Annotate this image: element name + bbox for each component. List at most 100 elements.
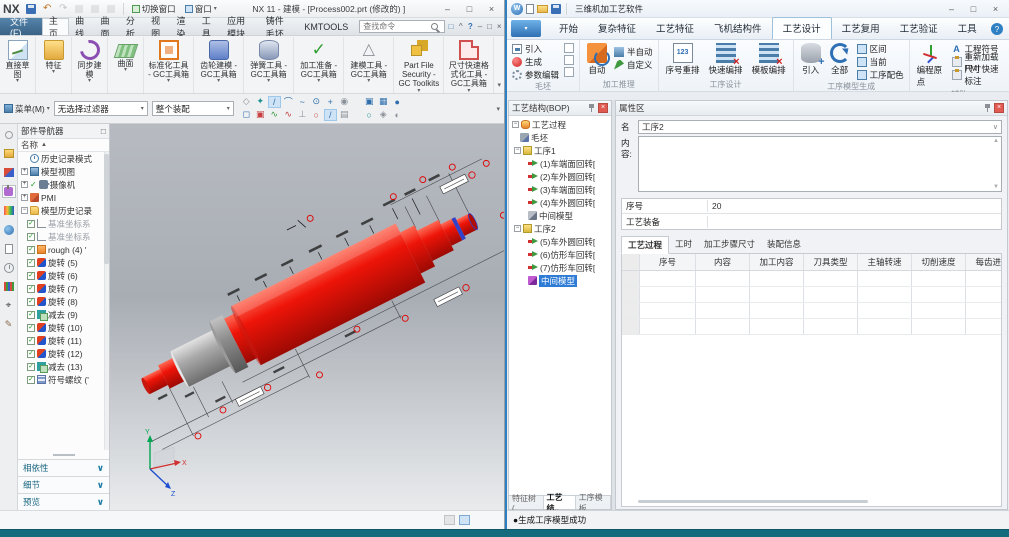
field-row-equipment[interactable]: 工艺装备 <box>622 214 1001 229</box>
hd3d-tools-icon[interactable] <box>2 242 16 255</box>
close-button[interactable]: × <box>482 2 501 16</box>
tree-item-blank[interactable]: 毛坯 <box>509 131 611 144</box>
content-textarea[interactable]: ▲ ▼ <box>638 136 1002 192</box>
snap-mid-icon[interactable]: / <box>324 109 337 121</box>
roles-icon[interactable] <box>2 128 16 141</box>
tree-item-op2[interactable]: −工序2 <box>509 222 611 235</box>
chevron-down-icon[interactable]: ∨ <box>97 480 104 491</box>
col-machining-content[interactable]: 加工内容 <box>750 254 804 270</box>
tab-tools[interactable]: 工具 <box>948 18 987 39</box>
col-seq[interactable]: 序号 <box>640 254 696 270</box>
chevron-down-icon[interactable]: ∨ <box>97 463 104 474</box>
redo-icon[interactable]: ↷ <box>57 2 70 15</box>
scroll-down-icon[interactable]: ▼ <box>993 184 999 190</box>
tab-op-template[interactable]: 工序模板 <box>576 496 611 509</box>
tab-process-structure[interactable]: 工艺结.. <box>544 496 576 509</box>
tab-kmtools[interactable]: KMTOOLS <box>298 18 354 35</box>
program-origin-button[interactable]: 编程原点 <box>915 42 947 88</box>
tab-aircraft-structures[interactable]: 飞机结构件 <box>704 18 772 39</box>
tree-item-op1[interactable]: −工序1 <box>509 144 611 157</box>
col-tool-type[interactable]: 刀具类型 <box>804 254 858 270</box>
snap-quadrant-icon[interactable]: ◉ <box>338 96 351 108</box>
ribbon-group-dim-format[interactable]: 尺寸快速格式化工具 - GC工具箱▾ <box>444 37 494 93</box>
checkbox-icon[interactable]: ✓ <box>27 324 35 332</box>
chevron-down-icon[interactable]: ∨ <box>97 497 104 508</box>
ribbon-group-machining-prep[interactable]: ✓ 加工准备 - GC工具箱▾ <box>294 37 344 93</box>
range-button[interactable]: 区间 <box>857 43 904 54</box>
snap-curve-icon[interactable]: ∿ <box>268 109 281 121</box>
tab-process-features[interactable]: 工艺特征 <box>646 18 704 39</box>
checkbox-icon[interactable]: ✓ <box>27 220 35 228</box>
tree-item-step6[interactable]: (6)仿形车回转[ <box>509 248 611 261</box>
col-content[interactable]: 内容 <box>696 254 750 270</box>
highlight-icon[interactable]: ✦ <box>254 96 267 108</box>
tree-item-step4[interactable]: (4)车外圆回转[ <box>509 196 611 209</box>
auto-button[interactable]: 自动 <box>585 42 609 76</box>
navigator-scrollbar[interactable] <box>104 152 109 450</box>
expand-icon[interactable]: + <box>21 194 28 201</box>
template-arrange-button[interactable]: 模板编排 <box>750 42 788 76</box>
quick-dimension-button[interactable]: 尺寸快速标注 <box>952 69 1005 80</box>
tree-item-datum-csys[interactable]: ✓基准坐标系 <box>18 230 109 243</box>
tree-item-history-mode[interactable]: 历史记录模式 <box>18 152 109 165</box>
selection-filter-combo[interactable]: 无选择过滤器 ▾ <box>54 101 148 116</box>
current-button[interactable]: 当前 <box>857 56 904 67</box>
tree-item-revolve-11[interactable]: ✓旋转 (11) <box>18 334 109 347</box>
tree-item-revolve-5[interactable]: ✓旋转 (5) <box>18 256 109 269</box>
checkbox-icon[interactable]: ✓ <box>27 272 35 280</box>
orient-view-icon[interactable]: ○ <box>363 109 376 121</box>
ribbon-group-direct-sketch[interactable]: 直接草图▾ <box>0 37 36 93</box>
tab-complex-features[interactable]: 复杂特征 <box>588 18 646 39</box>
selbar-overflow-button[interactable]: ▾ <box>496 105 500 113</box>
checkbox-icon[interactable]: ✓ <box>27 363 35 371</box>
blank-param-edit-button[interactable]: 参数编辑 <box>512 69 559 80</box>
ribbon-group-modeling-tools[interactable]: △ 建模工具 - GC工具箱▾ <box>344 37 394 93</box>
tab-step-dims[interactable]: 加工步骤尺寸 <box>698 236 761 254</box>
checkbox-icon[interactable]: ✓ <box>27 285 35 293</box>
blank-extra-icon[interactable] <box>564 43 574 53</box>
model-import-button[interactable]: 引入 <box>799 42 823 76</box>
tab-application[interactable]: 应用模块 <box>221 18 260 35</box>
status-grid-icon[interactable] <box>444 515 455 525</box>
blank-extra-icon[interactable] <box>564 67 574 77</box>
expand-icon[interactable]: + <box>21 181 28 188</box>
checkbox-icon[interactable]: ✓ <box>27 259 35 267</box>
tree-item-step7[interactable]: (7)仿形车回转[ <box>509 261 611 274</box>
checkbox-icon[interactable]: ✓ <box>27 298 35 306</box>
maximize-button[interactable]: □ <box>460 2 479 16</box>
tree-item-revolve-8[interactable]: ✓旋转 (8) <box>18 295 109 308</box>
selection-scope-combo[interactable]: 整个装配 ▾ <box>152 101 234 116</box>
tab-home[interactable]: 主页 <box>42 18 69 35</box>
wireframe-icon[interactable]: ◈ <box>377 109 390 121</box>
snap-circle-icon[interactable]: ○ <box>310 109 323 121</box>
tree-item-revolve-10[interactable]: ✓旋转 (10) <box>18 321 109 334</box>
ribbon-group-synchronous[interactable]: 同步建模▾ <box>72 37 108 93</box>
search-icon[interactable] <box>431 23 438 30</box>
snap-point-icon[interactable]: ◇ <box>240 96 253 108</box>
table-row[interactable] <box>622 287 1001 303</box>
tab-worktime[interactable]: 工时 <box>669 236 698 254</box>
tree-item-model-history[interactable]: −模型历史记录 <box>18 204 109 217</box>
preview-panel[interactable]: 预览∨ <box>18 493 109 510</box>
table-row[interactable] <box>622 319 1001 335</box>
save-icon[interactable] <box>25 2 38 15</box>
tree-item-model-views[interactable]: +模型视图 <box>18 165 109 178</box>
ribbon-group-spring-tools[interactable]: 弹簧工具 - GC工具箱▾ <box>244 37 294 93</box>
table-row[interactable] <box>622 303 1001 319</box>
col-spindle-speed[interactable]: 主轴转速 <box>858 254 912 270</box>
file-menu[interactable]: 文件(F) <box>0 18 42 35</box>
dependencies-panel[interactable]: 相依性∨ <box>18 459 109 476</box>
col-feed-per-tooth[interactable]: 每齿进给 <box>966 254 1002 270</box>
web-browser-icon[interactable] <box>2 223 16 236</box>
maximize-button[interactable]: □ <box>964 2 983 16</box>
tree-item-subtract-13[interactable]: ✓减去 (13) <box>18 360 109 373</box>
tree-item-revolve-6[interactable]: ✓旋转 (6) <box>18 269 109 282</box>
name-column-header[interactable]: 名称 ▲ <box>18 139 109 152</box>
doc-close-button[interactable]: × <box>494 20 504 33</box>
history-palette-icon[interactable] <box>2 261 16 274</box>
pin-icon[interactable] <box>588 104 595 113</box>
help-icon[interactable]: ? <box>466 20 476 33</box>
tree-item-intermediate-model-1[interactable]: 中间模型 <box>509 209 611 222</box>
tree-item-revolve-12[interactable]: ✓旋转 (12) <box>18 347 109 360</box>
snap-endpoint-icon[interactable]: ◻ <box>240 109 253 121</box>
